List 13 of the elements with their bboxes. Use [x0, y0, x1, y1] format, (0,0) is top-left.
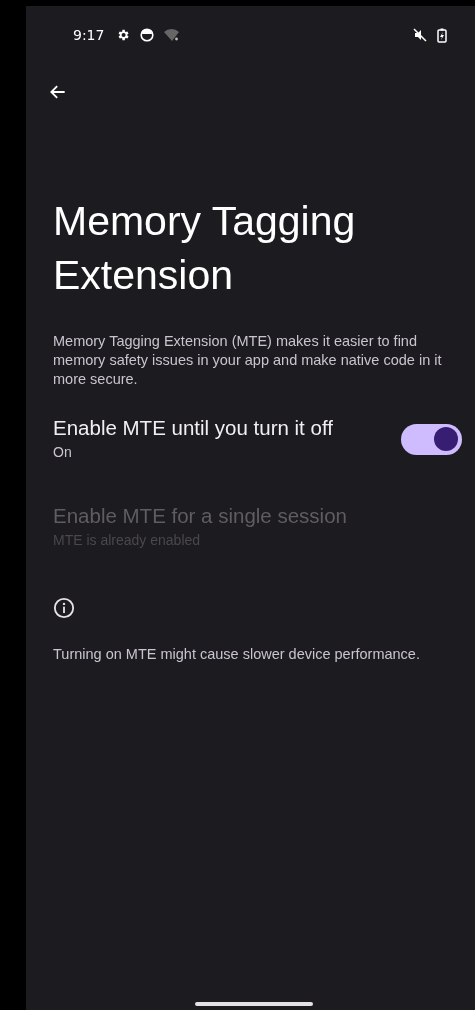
info-icon [53, 597, 75, 619]
mute-icon [413, 28, 427, 42]
setting-title[interactable]: Enable MTE until you turn it off [53, 415, 401, 441]
gear-icon [116, 28, 131, 42]
status-time: 9:17 [73, 27, 105, 43]
wifi-unknown-icon [164, 28, 181, 42]
setting-summary: On [53, 443, 73, 462]
toggle-switch[interactable] [401, 423, 462, 455]
description-text: Memory Tagging Extension (MTE) makes it easier to find memory safety issues in your app and make native code in it more secure. [53, 332, 443, 389]
battery-icon [437, 27, 447, 43]
setting-title: Enable MTE for a single session [53, 503, 348, 529]
footer-text: Turning on MTE might cause slower device performance. [53, 645, 421, 664]
page-title: Memory Tagging Extension [53, 197, 357, 300]
